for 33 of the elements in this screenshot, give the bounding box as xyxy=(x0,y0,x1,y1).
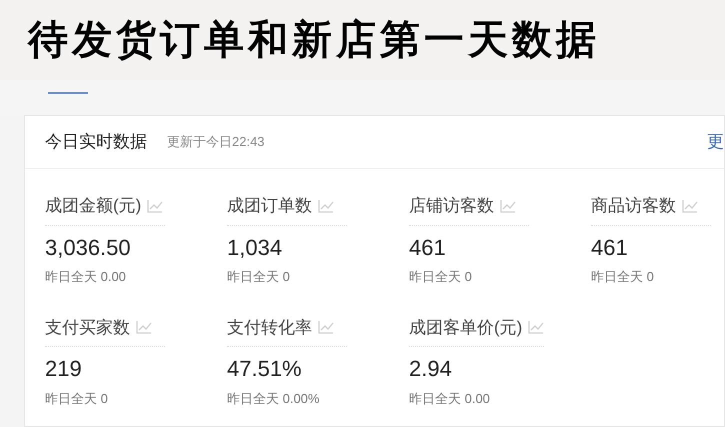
metric-value: 219 xyxy=(45,355,82,382)
yesterday-value: 昨日全天 0 xyxy=(227,268,290,286)
metric-value: 461 xyxy=(591,234,628,261)
metric-label: 支付买家数 xyxy=(45,316,130,338)
trend-chart-icon[interactable] xyxy=(500,198,516,213)
metric-value: 1,034 xyxy=(227,234,282,261)
trend-chart-icon[interactable] xyxy=(528,320,544,334)
metric-value: 47.51% xyxy=(227,355,302,382)
trend-chart-icon[interactable] xyxy=(147,198,164,213)
yesterday-value: 昨日全天 0 xyxy=(45,390,108,408)
trend-chart-icon[interactable] xyxy=(318,320,334,334)
yesterday-value: 昨日全天 0.00% xyxy=(227,390,320,408)
yesterday-value: 昨日全天 0.00 xyxy=(409,390,490,408)
metric-label: 成团金额(元) xyxy=(45,195,142,217)
metric-label: 成团客单价(元) xyxy=(409,316,522,338)
banner-title: 待发货订单和新店第一天数据 xyxy=(28,20,600,60)
yesterday-value: 昨日全天 0 xyxy=(591,268,654,286)
yesterday-value: 昨日全天 0 xyxy=(409,268,472,286)
trend-chart-icon[interactable] xyxy=(682,198,698,213)
metric-label: 店铺访客数 xyxy=(409,195,494,217)
metric-label: 商品访客数 xyxy=(591,195,676,217)
trend-chart-icon[interactable] xyxy=(136,320,152,334)
metric-value: 3,036.50 xyxy=(45,234,131,261)
update-time: 更新于今日22:43 xyxy=(167,133,265,152)
trend-chart-icon[interactable] xyxy=(318,198,334,213)
tab-indicator xyxy=(48,92,88,94)
card-title: 今日实时数据 xyxy=(45,131,147,154)
metric-value: 2.94 xyxy=(409,355,452,382)
yesterday-value: 昨日全天 0.00 xyxy=(45,268,126,286)
more-link[interactable]: 更 xyxy=(707,129,724,155)
metric-label: 支付转化率 xyxy=(227,316,312,338)
metric-value: 461 xyxy=(409,234,446,261)
metric-label: 成团订单数 xyxy=(227,195,312,217)
